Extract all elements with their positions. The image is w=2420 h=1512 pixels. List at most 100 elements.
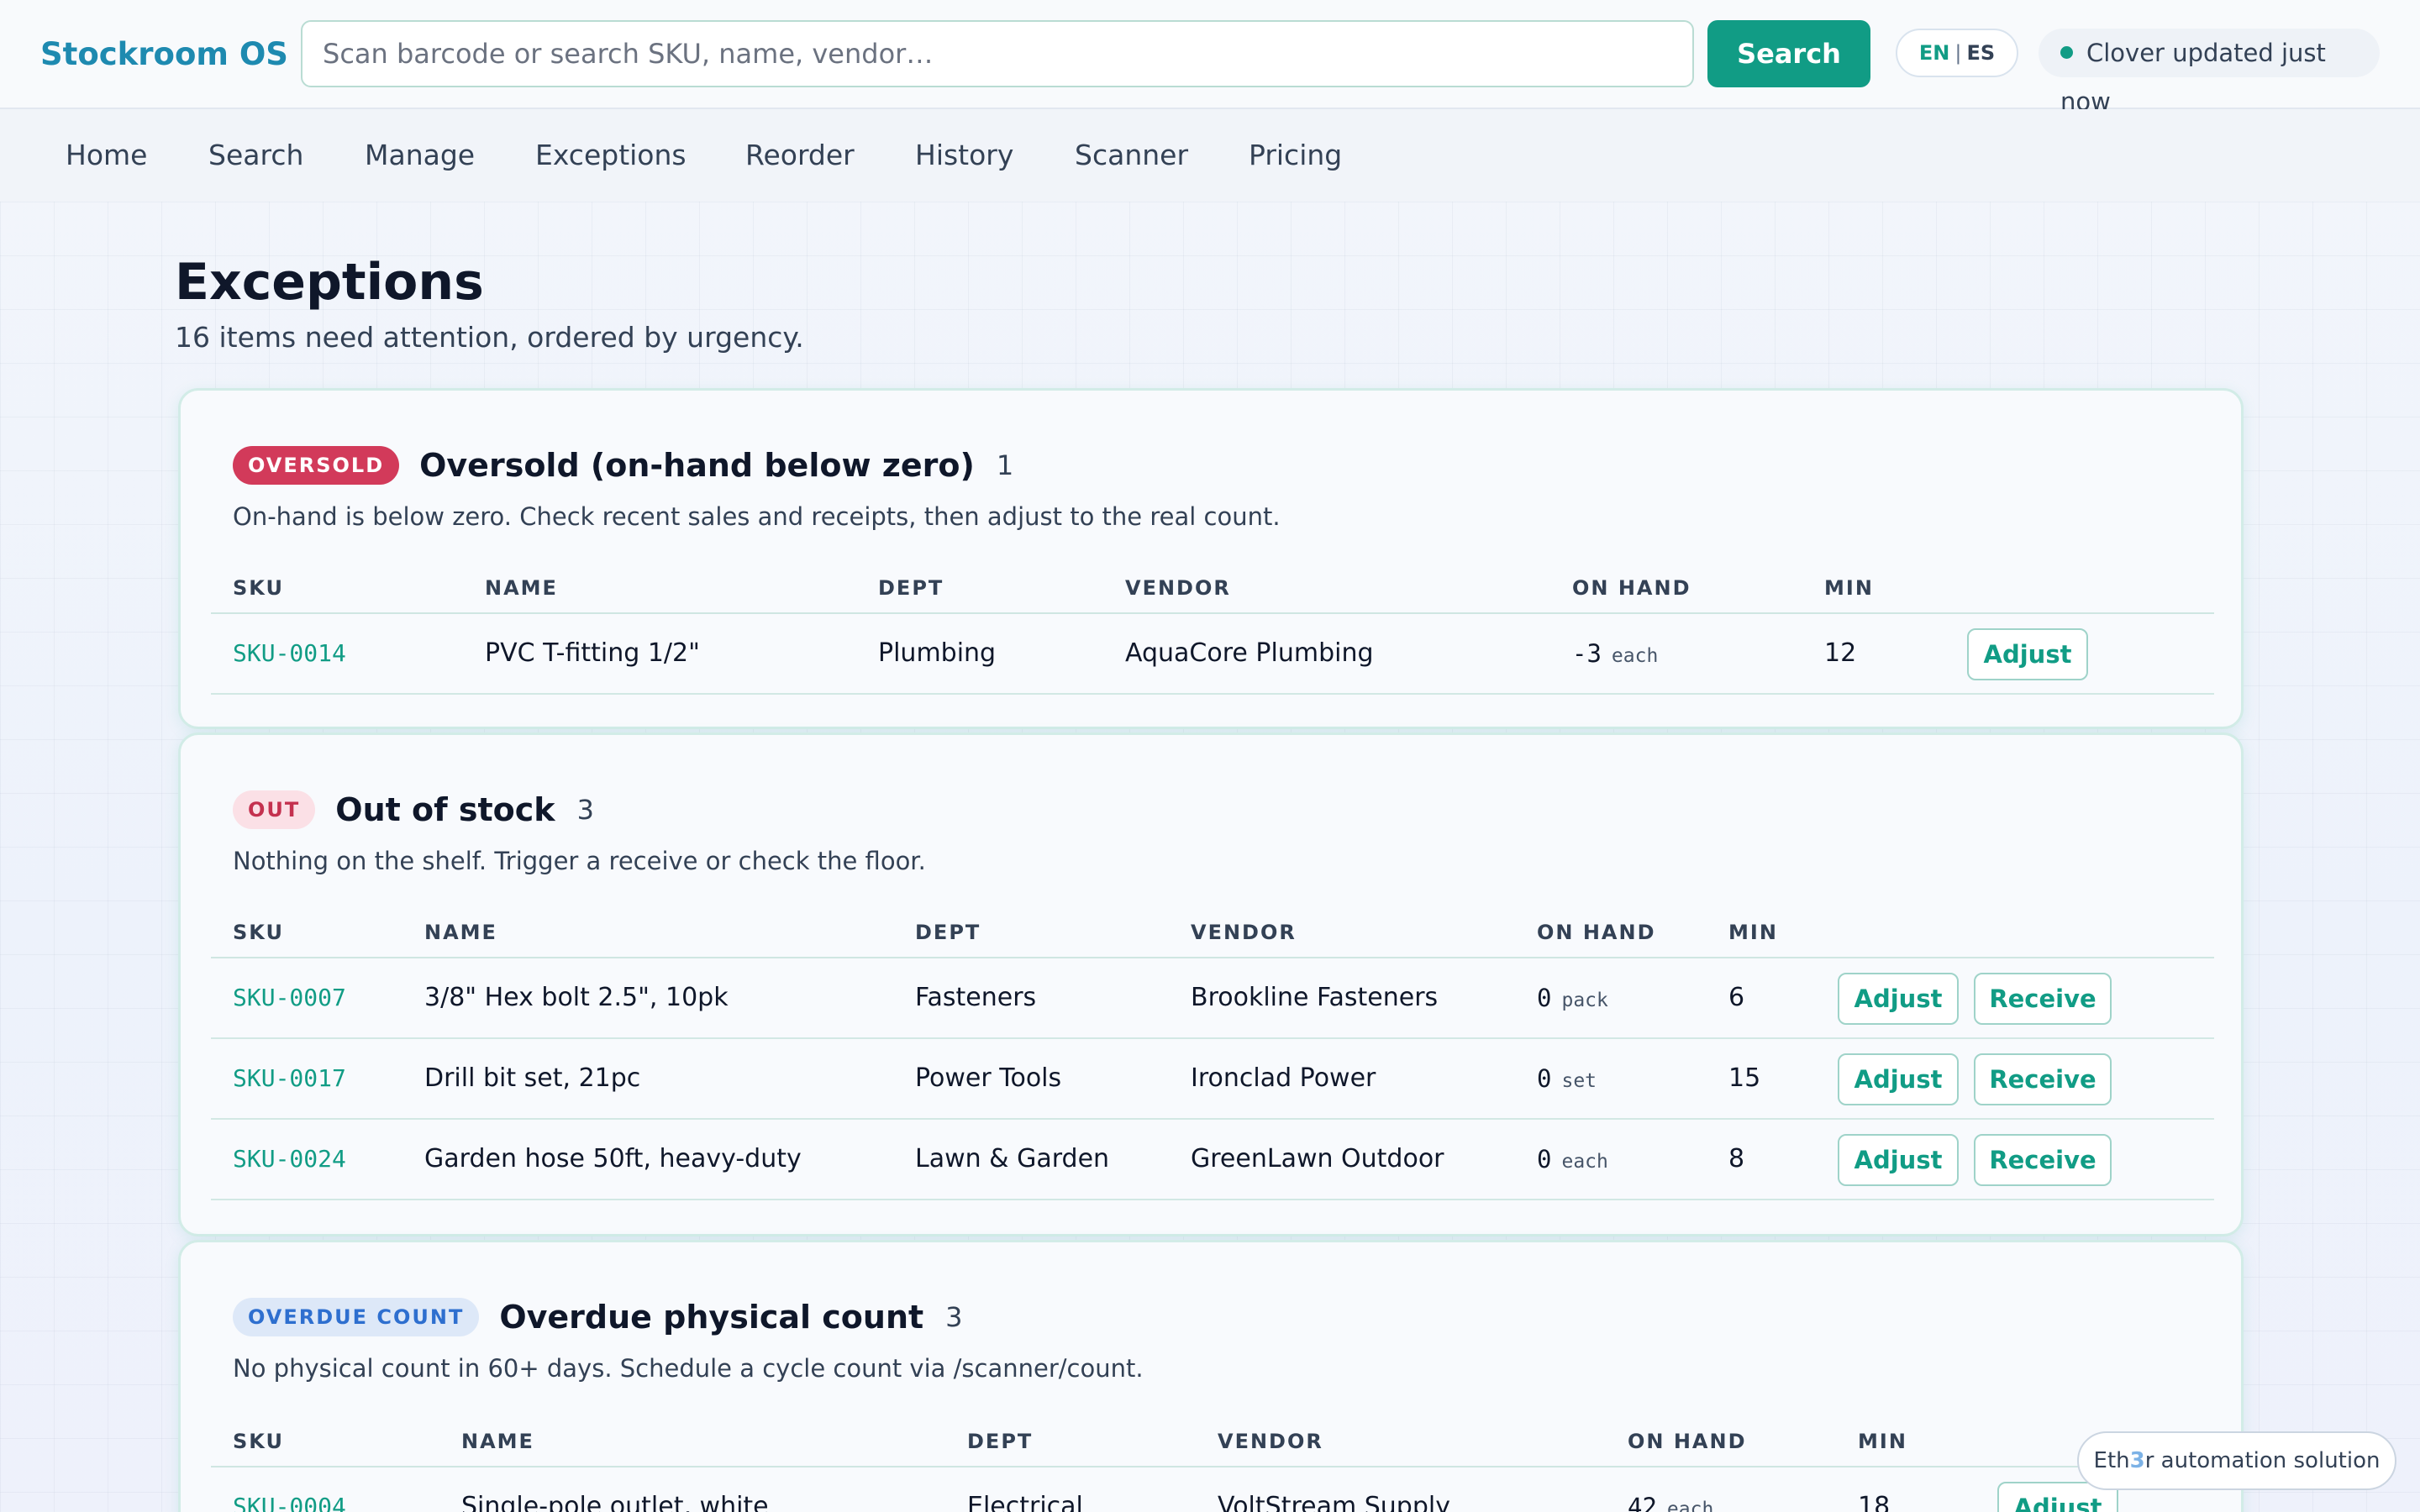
row-dept: Plumbing xyxy=(878,638,997,668)
col-name: NAME xyxy=(485,576,558,600)
sync-status-text: Clover updated just now xyxy=(2060,39,2326,116)
row-min: 15 xyxy=(1728,1063,1761,1093)
row-unit: pack xyxy=(1561,990,1608,1011)
section-oversold: OVERSOLD Oversold (on-hand below zero) 1… xyxy=(178,388,2244,729)
section-title: Out of stock xyxy=(335,791,555,828)
section-count: 3 xyxy=(945,1301,963,1333)
row-sku[interactable]: SKU-0014 xyxy=(233,637,346,670)
row-vendor: Ironclad Power xyxy=(1191,1063,1376,1093)
row-name: 3/8" Hex bolt 2.5", 10pk xyxy=(424,983,729,1012)
row-on-hand: 0 set xyxy=(1537,1062,1597,1098)
lang-en[interactable]: EN xyxy=(1919,41,1949,65)
nav-scanner[interactable]: Scanner xyxy=(1075,134,1188,176)
adjust-button[interactable]: Adjust xyxy=(1838,973,1959,1025)
status-badge: OVERDUE COUNT xyxy=(233,1298,480,1336)
credit-highlight: 3 xyxy=(2129,1448,2145,1473)
row-vendor: AquaCore Plumbing xyxy=(1125,638,1374,668)
row-qty: 0 xyxy=(1537,984,1552,1012)
row-unit: set xyxy=(1561,1070,1597,1092)
row-min: 8 xyxy=(1728,1144,1745,1173)
section-header: OVERSOLD Oversold (on-hand below zero) 1 xyxy=(233,444,1013,486)
table-row: SKU-0024 Garden hose 50ft, heavy-duty La… xyxy=(211,1120,2214,1200)
col-min: MIN xyxy=(1824,576,1874,600)
row-sku[interactable]: SKU-0017 xyxy=(233,1062,346,1095)
col-on-hand: ON HAND xyxy=(1572,576,1691,600)
section-title: Oversold (on-hand below zero) xyxy=(419,447,975,484)
row-sku[interactable]: SKU-0007 xyxy=(233,981,346,1015)
receive-button[interactable]: Receive xyxy=(1974,1134,2112,1186)
nav-pricing[interactable]: Pricing xyxy=(1249,134,1342,176)
col-sku: SKU xyxy=(233,921,284,944)
table-row: SKU-0007 3/8" Hex bolt 2.5", 10pk Fasten… xyxy=(211,958,2214,1039)
nav-home[interactable]: Home xyxy=(66,134,147,176)
adjust-button[interactable]: Adjust xyxy=(1838,1053,1959,1105)
row-qty: -3 xyxy=(1572,639,1602,668)
adjust-button[interactable]: Adjust xyxy=(1967,628,2088,680)
row-sku[interactable]: SKU-0004 xyxy=(233,1490,346,1512)
section-description: No physical count in 60+ days. Schedule … xyxy=(233,1354,1144,1383)
col-sku: SKU xyxy=(233,576,284,600)
nav-history[interactable]: History xyxy=(915,134,1013,176)
page-title: Exceptions xyxy=(175,253,484,312)
search-button[interactable]: Search xyxy=(1707,20,1870,87)
row-unit: each xyxy=(1561,1151,1608,1173)
nav-exceptions[interactable]: Exceptions xyxy=(535,134,687,176)
brand-logo[interactable]: Stockroom OS xyxy=(40,34,288,76)
nav-reorder[interactable]: Reorder xyxy=(745,134,855,176)
row-sku[interactable]: SKU-0024 xyxy=(233,1142,346,1176)
col-dept: DEPT xyxy=(915,921,981,944)
adjust-button[interactable]: Adjust xyxy=(1838,1134,1959,1186)
row-name: PVC T-fitting 1/2" xyxy=(485,638,700,668)
row-name: Garden hose 50ft, heavy-duty xyxy=(424,1144,802,1173)
main-nav: Home Search Manage Exceptions Reorder Hi… xyxy=(0,109,2420,202)
section-count: 1 xyxy=(996,449,1014,481)
nav-search[interactable]: Search xyxy=(208,134,303,176)
receive-button[interactable]: Receive xyxy=(1974,1053,2112,1105)
automation-credit-pill[interactable]: Eth3r automation solution xyxy=(2077,1431,2396,1490)
section-header: OUT Out of stock 3 xyxy=(233,789,594,831)
section-count: 3 xyxy=(576,794,594,826)
row-min: 18 xyxy=(1858,1492,1891,1512)
row-vendor: Brookline Fasteners xyxy=(1191,983,1439,1012)
row-name: Single-pole outlet, white xyxy=(461,1492,769,1512)
nav-manage[interactable]: Manage xyxy=(365,134,475,176)
col-name: NAME xyxy=(424,921,497,944)
search-input[interactable] xyxy=(301,20,1694,87)
col-dept: DEPT xyxy=(967,1430,1034,1453)
status-dot-icon xyxy=(2060,45,2073,59)
col-sku: SKU xyxy=(233,1430,284,1453)
row-qty: 0 xyxy=(1537,1145,1552,1173)
col-dept: DEPT xyxy=(878,576,944,600)
table-header: SKU NAME DEPT VENDOR ON HAND MIN xyxy=(211,1415,2214,1467)
section-description: Nothing on the shelf. Trigger a receive … xyxy=(233,847,926,875)
table-header: SKU NAME DEPT VENDOR ON HAND MIN xyxy=(211,906,2214,958)
col-vendor: VENDOR xyxy=(1125,576,1231,600)
row-unit: each xyxy=(1666,1499,1714,1512)
col-min: MIN xyxy=(1728,921,1778,944)
status-badge: OVERSOLD xyxy=(233,446,400,485)
row-qty: 0 xyxy=(1537,1064,1552,1093)
row-min: 6 xyxy=(1728,983,1745,1012)
table-row: SKU-0014 PVC T-fitting 1/2" Plumbing Aqu… xyxy=(211,614,2214,695)
col-vendor: VENDOR xyxy=(1191,921,1297,944)
receive-button[interactable]: Receive xyxy=(1974,973,2112,1025)
row-dept: Lawn & Garden xyxy=(915,1144,1110,1173)
row-name: Drill bit set, 21pc xyxy=(424,1063,641,1093)
lang-es[interactable]: ES xyxy=(1966,41,1995,65)
row-dept: Fasteners xyxy=(915,983,1037,1012)
col-vendor: VENDOR xyxy=(1218,1430,1323,1453)
section-overdue-count: OVERDUE COUNT Overdue physical count 3 N… xyxy=(178,1240,2244,1512)
table-row: SKU-0017 Drill bit set, 21pc Power Tools… xyxy=(211,1039,2214,1120)
lang-separator: | xyxy=(1954,41,1962,65)
status-badge: OUT xyxy=(233,790,316,829)
row-on-hand: 0 each xyxy=(1537,1142,1608,1179)
language-toggle[interactable]: EN | ES xyxy=(1896,29,2018,77)
section-description: On-hand is below zero. Check recent sale… xyxy=(233,502,1281,531)
table-header: SKU NAME DEPT VENDOR ON HAND MIN xyxy=(211,562,2214,614)
row-vendor: VoltStream Supply xyxy=(1218,1492,1450,1512)
row-qty: 42 xyxy=(1628,1493,1657,1512)
row-on-hand: 42 each xyxy=(1628,1490,1713,1512)
section-out-of-stock: OUT Out of stock 3 Nothing on the shelf.… xyxy=(178,732,2244,1236)
row-on-hand: -3 each xyxy=(1572,637,1658,673)
section-title: Overdue physical count xyxy=(499,1299,924,1336)
